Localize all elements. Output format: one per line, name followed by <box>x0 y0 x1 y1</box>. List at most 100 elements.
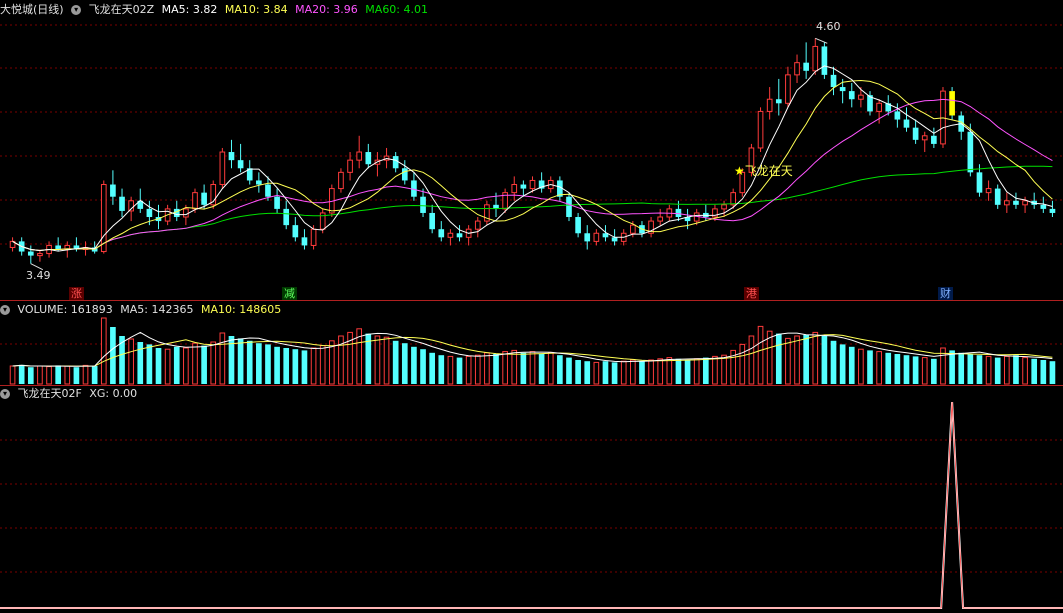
volume-bar-down <box>958 352 965 384</box>
volume-bar-down <box>602 361 609 384</box>
volume-bar-up <box>657 358 664 385</box>
candle-body-down <box>903 119 910 128</box>
volume-bar-down <box>803 334 809 384</box>
volume-bar-up <box>529 351 536 385</box>
volume-bar-up <box>64 365 71 385</box>
volume-bar-up <box>748 335 755 385</box>
volume-bar-up <box>447 355 454 385</box>
volume-bar-down <box>538 354 545 384</box>
volume-bar-down <box>301 350 308 384</box>
volume-bar-up <box>511 349 518 385</box>
candle-body-down <box>301 237 308 246</box>
volume-bar-down <box>639 361 645 384</box>
volume-bar-up <box>547 352 554 385</box>
high-price-label: 4.60 <box>816 20 841 33</box>
candle-body-down <box>520 184 527 189</box>
candle-body-down <box>575 217 581 234</box>
volume-bar-down <box>967 354 974 384</box>
candle-body-down <box>110 184 116 197</box>
candle-body-up <box>794 62 800 76</box>
volume-bar-down <box>611 362 618 384</box>
candle-body-down <box>265 184 271 197</box>
candle-body-down <box>566 196 572 218</box>
volume-bar-up <box>630 359 636 385</box>
volume-bar-down <box>256 343 262 384</box>
volume-bar-down <box>1013 355 1019 384</box>
candle-body-up <box>192 192 198 210</box>
volume-bar-up <box>219 332 226 385</box>
candle-body-down <box>839 87 846 92</box>
xg-signal-line <box>0 401 1063 609</box>
candle-body-down <box>830 74 837 88</box>
volume-bar-down <box>702 357 709 384</box>
ma10-line <box>12 79 1053 252</box>
candle-body-down <box>256 180 262 185</box>
volume-bar-up <box>502 351 508 385</box>
volume-bar-down <box>55 365 61 384</box>
volume-bar-up <box>620 360 627 385</box>
volume-bar-down <box>173 346 180 384</box>
event-badge-gang[interactable]: 港 <box>744 287 759 300</box>
volume-bar-up <box>484 352 490 385</box>
volume-bar-down <box>575 360 581 384</box>
volume-bar-up <box>474 354 481 385</box>
signal-candle <box>949 91 955 116</box>
volume-bar-up <box>666 357 673 385</box>
candle-body-up <box>630 224 636 234</box>
volume-bar-down <box>557 355 563 384</box>
volume-bar-down <box>392 340 399 384</box>
candle-body-up <box>593 232 600 242</box>
volume-bar-down <box>411 346 417 384</box>
volume-bar-up <box>1022 357 1028 385</box>
candle-body-up <box>785 74 791 104</box>
volume-bar-down <box>931 358 937 384</box>
candle-body-down <box>119 196 125 211</box>
candle-body-up <box>356 151 363 161</box>
candle-body-down <box>803 62 809 71</box>
candle-body-down <box>146 208 153 218</box>
volume-bar-down <box>912 356 919 384</box>
volume-bar-up <box>721 354 727 385</box>
volume-bar-up <box>648 359 654 385</box>
candle-body-up <box>183 208 189 218</box>
chart-canvas[interactable] <box>0 0 1063 613</box>
volume-bar-down <box>265 344 271 384</box>
candle-body-down <box>931 135 937 144</box>
candle-body-down <box>438 229 445 238</box>
volume-bar-down <box>456 357 463 384</box>
volume-bar-down <box>438 355 445 384</box>
candle-body-down <box>912 127 919 140</box>
candle-body-down <box>27 251 34 256</box>
candle-body-down <box>228 152 235 161</box>
event-badge-jian[interactable]: 减 <box>282 287 297 300</box>
volume-bar-up <box>82 364 89 385</box>
volume-bar-down <box>775 333 782 384</box>
candle-body-up <box>447 232 454 238</box>
volume-bar-up <box>785 337 791 385</box>
volume-bar-down <box>867 350 873 384</box>
volume-bar-up <box>757 325 764 385</box>
event-badge-cai[interactable]: 财 <box>938 287 953 300</box>
volume-bar-up <box>383 336 390 385</box>
volume-bar-up <box>876 351 882 385</box>
volume-bar-up <box>192 342 198 385</box>
volume-bar-up <box>164 348 171 385</box>
volume-bar-down <box>994 357 1001 384</box>
candle-body-down <box>1049 208 1056 213</box>
volume-bar-up <box>794 335 800 385</box>
volume-bar-up <box>210 341 217 385</box>
volume-bar-up <box>739 343 746 385</box>
candle-body-up <box>730 192 737 206</box>
volume-bar-down <box>684 360 691 384</box>
signal-text: 飞龙在天 <box>744 164 793 178</box>
volume-bar-down <box>429 352 435 384</box>
candle-body-up <box>1022 200 1028 206</box>
volume-bar-down <box>146 344 153 384</box>
volume-bar-down <box>821 336 828 384</box>
volume-bar-up <box>1004 355 1010 385</box>
volume-bar-up <box>812 331 819 385</box>
volume-bar-down <box>493 354 499 384</box>
volume-bar-down <box>894 354 901 384</box>
event-badge-zhang[interactable]: 涨 <box>69 287 84 300</box>
volume-bar-down <box>27 367 34 384</box>
